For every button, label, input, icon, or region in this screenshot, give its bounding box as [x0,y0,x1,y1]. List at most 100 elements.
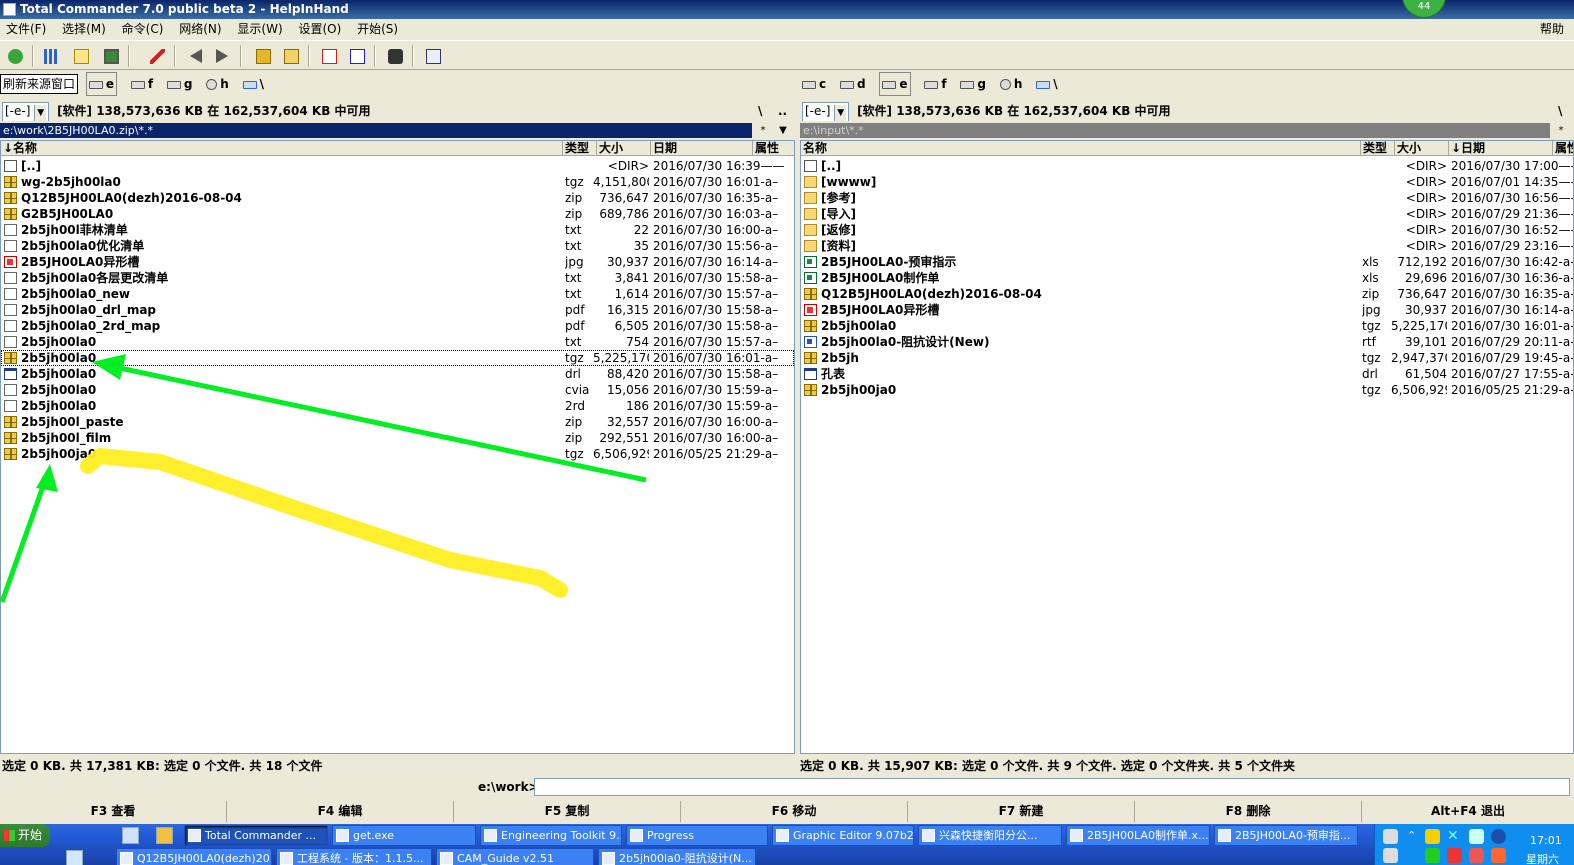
file-row[interactable]: 2b5jh00ja0 tgz 6,506,929 2016/05/25 21:29-a… [1,446,794,462]
right-file-panel[interactable]: 名称 类型 大小 ↓日期 属性 [..] <DIR> 2016/07/30 17:0… [800,140,1574,754]
command-input[interactable] [534,778,1570,796]
invert-selection-button[interactable] [146,45,168,67]
taskbar-button[interactable]: Total Commander ... [184,825,328,846]
full-view-button[interactable] [70,45,92,67]
column-date[interactable]: 日期 [653,141,753,156]
file-row[interactable]: Q12B5JH00LA0(dezh)2016-08-04 zip 736,647 20… [801,286,1573,302]
file-row[interactable]: 2b5jh00la0各层更改清单 txt 3,841 2016/07/30 15:58… [1,270,794,286]
taskbar-button[interactable]: CAM_Guide v2.51 [436,848,594,865]
back-button[interactable] [186,45,208,67]
tray-app-icon[interactable] [1383,848,1398,863]
left-hotlist-button[interactable]: ▼ [774,123,792,138]
taskbar-button[interactable]: Q12B5JH00LA0(dezh)20... [116,848,272,865]
tray-app-icon[interactable] [1425,829,1440,844]
menu-config[interactable]: 设置(O) [292,19,347,39]
file-row[interactable]: 2b5jh00la0 tgz 5,225,170 2016/07/30 16:01-a… [801,318,1573,334]
f5-copy-button[interactable]: F5 复制 [454,801,681,822]
file-row[interactable]: 2b5jh00l菲林清单 txt 22 2016/07/30 16:00-a– [1,222,794,238]
file-row[interactable]: 2b5jh00l_paste zip 32,557 2016/07/30 16:00-… [1,414,794,430]
right-drive-e[interactable]: e [879,72,911,96]
menu-help[interactable]: 帮助 [1534,19,1570,39]
menu-net[interactable]: 网络(N) [173,19,227,39]
file-row[interactable]: wg-2b5jh00la0 tgz 4,151,800 2016/07/30 16:0… [1,174,794,190]
file-row[interactable]: [..] <DIR> 2016/07/30 16:39—— [1,158,794,174]
right-root-button[interactable]: \ [1558,101,1562,121]
menu-show[interactable]: 显示(W) [231,19,288,39]
file-row[interactable]: 2b5jh00la0 2rd 186 2016/07/30 15:59-a– [1,398,794,414]
taskbar-button[interactable]: get.exe [332,825,476,846]
column-size[interactable]: 大小 [599,141,651,156]
taskbar-button[interactable]: 2B5JH00LA0制作单.x... [1066,825,1210,846]
column-attr[interactable]: 属性 [1555,141,1573,156]
taskbar-button[interactable]: Graphic Editor 9.07b2... [772,825,914,846]
f3-view-button[interactable]: F3 查看 [0,801,227,822]
taskbar-button[interactable]: 2b5jh00la0-阻抗设计(N... [598,848,756,865]
left-parent-button[interactable]: .. [778,101,787,121]
refresh-button[interactable] [4,45,26,67]
file-row[interactable]: 2b5jh00la0_new txt 1,614 2016/07/30 15:57-a… [1,286,794,302]
right-path-bar[interactable]: e:\input\*.* [800,123,1550,138]
column-date[interactable]: ↓日期 [1451,141,1553,156]
file-row[interactable]: [参考] <DIR> 2016/07/30 16:56—— [801,190,1573,206]
notepad-button[interactable] [422,45,444,67]
file-row[interactable]: 2b5jh00la0_drl_map pdf 16,315 2016/07/30 15… [1,302,794,318]
column-size[interactable]: 大小 [1397,141,1449,156]
left-drive-g[interactable]: g [166,73,192,95]
menu-file[interactable]: 文件(F) [0,19,52,39]
left-drive-e[interactable]: e [85,72,117,96]
right-drive-c[interactable]: c [802,73,826,95]
f6-move-button[interactable]: F6 移动 [681,801,908,822]
left-file-panel[interactable]: ↓名称 类型 大小 日期 属性 [..] <DIR> 2016/07/30 16:3… [0,140,795,754]
search-button[interactable] [384,45,406,67]
right-drive-combo[interactable]: [-e-] ▼ [802,102,850,121]
file-row[interactable]: 2B5JH00LA0制作单 xls 29,696 2016/07/30 16:36-a… [801,270,1573,286]
network-tray-icon[interactable] [1469,829,1484,844]
taskbar-button[interactable]: Progress [626,825,768,846]
column-attr[interactable]: 属性 [755,141,794,156]
taskbar-button[interactable]: 2B5JH00LA0-预审指... [1214,825,1358,846]
file-row[interactable]: [wwww] <DIR> 2016/07/01 14:35—— [801,174,1573,190]
file-row[interactable]: 2b5jh00la0_2rd_map pdf 6,505 2016/07/30 15:… [1,318,794,334]
f7-mkdir-button[interactable]: F7 新建 [908,801,1135,822]
clock[interactable]: 17:01 [1530,834,1562,847]
unpack-button[interactable] [280,45,302,67]
file-row[interactable]: 2B5JH00LA0-预审指示 xls 712,192 2016/07/30 16:4… [801,254,1573,270]
alt-f4-exit-button[interactable]: Alt+F4 退出 [1362,801,1574,822]
file-row[interactable]: 2b5jh00l_film zip 292,551 2016/07/30 16:00-… [1,430,794,446]
file-row[interactable]: 2b5jh00la0 cvia 15,056 2016/07/30 15:59-a– [1,382,794,398]
left-root-button[interactable]: \ [758,101,762,121]
left-drive-combo[interactable]: [-e-] ▼ [2,102,50,121]
f8-delete-button[interactable]: F8 删除 [1135,801,1362,822]
app-icon[interactable] [3,3,16,16]
left-drive-h[interactable]: h [206,73,229,95]
expand-tray-icon[interactable]: ⌃ [1407,829,1422,844]
right-drive-g[interactable]: g [960,73,986,95]
file-row[interactable]: G2B5JH00LA0 zip 689,786 2016/07/30 16:03-a– [1,206,794,222]
left-path-bar[interactable]: e:\work\2B5JH00LA0.zip\*.* [0,123,752,138]
brief-view-button[interactable] [40,45,62,67]
tray-app-icon[interactable] [1469,848,1484,863]
start-button[interactable]: 开始 [0,824,50,847]
left-drive-network[interactable]: \ [242,73,264,95]
taskbar-button[interactable]: 工程系统 - 版本：1.1.5... [276,848,432,865]
file-row[interactable]: [..] <DIR> 2016/07/30 17:00—— [801,158,1573,174]
file-row[interactable]: 孔表 drl 61,504 2016/07/27 17:55-a– [801,366,1573,382]
column-name[interactable]: ↓名称 [3,141,563,156]
column-ext[interactable]: 类型 [565,141,597,156]
file-row[interactable]: Q12B5JH00LA0(dezh)2016-08-04 zip 736,647 20… [1,190,794,206]
taskbar-button[interactable]: 兴森快捷衡阳分公... [918,825,1062,846]
menu-start[interactable]: 开始(S) [351,19,404,39]
right-drive-f[interactable]: f [924,73,947,95]
menu-select[interactable]: 选择(M) [56,19,112,39]
quicklaunch-desktop-icon[interactable] [122,827,139,844]
column-name[interactable]: 名称 [803,141,1361,156]
left-drive-f[interactable]: f [130,73,153,95]
file-row[interactable]: 2b5jh00ja0 tgz 6,506,929 2016/05/25 21:29-a… [801,382,1573,398]
right-drive-network[interactable]: \ [1036,73,1058,95]
right-drive-h[interactable]: h [999,73,1022,95]
column-ext[interactable]: 类型 [1363,141,1395,156]
pack-button[interactable] [252,45,274,67]
thumbnail-view-button[interactable] [100,45,122,67]
ftp-connect-button[interactable] [318,45,340,67]
keyboard-icon[interactable] [1383,829,1398,844]
